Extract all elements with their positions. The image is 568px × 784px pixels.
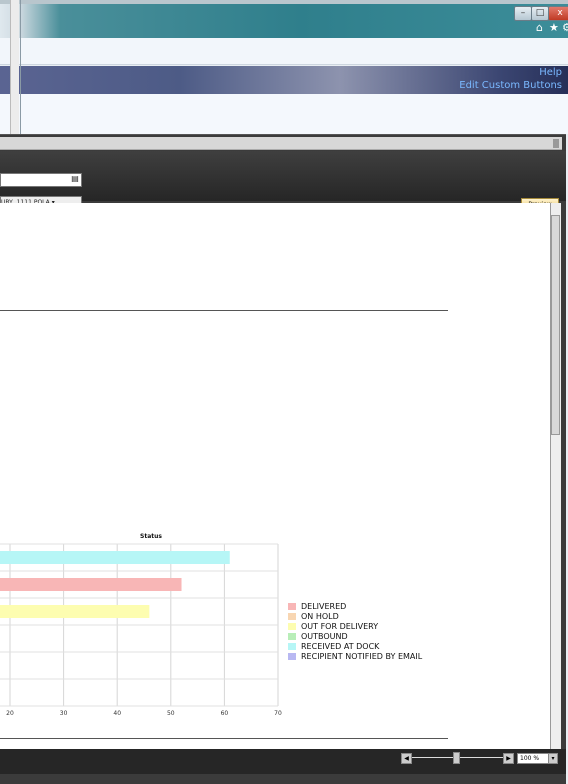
x-tick-label: 20 xyxy=(6,710,14,717)
zoom-out-button[interactable]: ◀ xyxy=(401,753,412,764)
legend-item: RECIPIENT NOTIFIED BY EMAIL xyxy=(288,652,422,662)
legend-label: OUT FOR DELIVERY xyxy=(301,622,379,631)
legend-item: RECEIVED AT DOCK xyxy=(288,642,422,652)
viewer-horizontal-scrollbar[interactable] xyxy=(0,137,562,150)
close-button[interactable]: x xyxy=(548,6,568,21)
toolbar-area xyxy=(0,94,568,134)
scrollbar-thumb[interactable] xyxy=(551,215,560,435)
x-tick-label: 50 xyxy=(167,710,175,717)
header-rule xyxy=(0,310,448,311)
zoom-dropdown-icon[interactable]: ▾ xyxy=(548,753,558,764)
x-tick-label: 30 xyxy=(60,710,68,717)
browser-command-bar xyxy=(0,38,568,65)
legend-item: OUTBOUND xyxy=(288,632,422,642)
bar-delivered xyxy=(0,578,182,591)
maximize-button[interactable]: □ xyxy=(531,6,549,21)
chart-legend: DELIVERED ON HOLD OUT FOR DELIVERY OUTBOUND… xyxy=(288,602,422,662)
edit-custom-buttons-link[interactable]: Edit Custom Buttons xyxy=(459,80,562,91)
app-header-band: Help Edit Custom Buttons xyxy=(0,66,568,94)
star-icon[interactable]: ★ xyxy=(549,21,559,34)
legend-label: ON HOLD xyxy=(301,612,339,621)
home-icon[interactable]: ⌂ xyxy=(536,21,543,34)
legend-label: OUTBOUND xyxy=(301,632,348,641)
legend-label: RECEIVED AT DOCK xyxy=(301,642,380,651)
legend-item: OUT FOR DELIVERY xyxy=(288,622,422,632)
title-bar-edge xyxy=(0,0,568,4)
legend-swatch xyxy=(288,643,296,650)
footer-rule xyxy=(0,738,448,739)
legend-swatch xyxy=(288,653,296,660)
calendar-icon[interactable]: ▤ xyxy=(70,173,80,185)
browser-title-bar xyxy=(0,0,568,38)
bar-out-for-delivery xyxy=(0,605,150,618)
scroll-handle[interactable] xyxy=(553,139,559,148)
zoom-level-field[interactable]: 100 % xyxy=(517,753,549,764)
bar-received-at-dock xyxy=(0,551,230,564)
zoom-in-button[interactable]: ▶ xyxy=(503,753,514,764)
viewer-bottom-toolbar xyxy=(0,749,566,774)
report-parameters-bar: ▤ URY, 1111 POLA ▾ Preview xyxy=(0,151,566,211)
minimize-button[interactable]: – xyxy=(514,6,532,21)
legend-label: RECIPIENT NOTIFIED BY EMAIL xyxy=(301,652,423,661)
x-tick-label: 60 xyxy=(221,710,229,717)
legend-swatch xyxy=(288,623,296,630)
legend-label: DELIVERED xyxy=(301,602,347,611)
legend-swatch xyxy=(288,603,296,610)
legend-item: ON HOLD xyxy=(288,612,422,622)
x-tick-label: 70 xyxy=(274,710,282,717)
legend-swatch xyxy=(288,613,296,620)
help-link[interactable]: Help xyxy=(539,67,562,78)
legend-item: DELIVERED xyxy=(288,602,422,612)
gear-icon[interactable]: ⚙ xyxy=(562,21,568,34)
legend-swatch xyxy=(288,633,296,640)
zoom-slider-thumb[interactable] xyxy=(453,752,460,764)
x-tick-label: 40 xyxy=(113,710,121,717)
